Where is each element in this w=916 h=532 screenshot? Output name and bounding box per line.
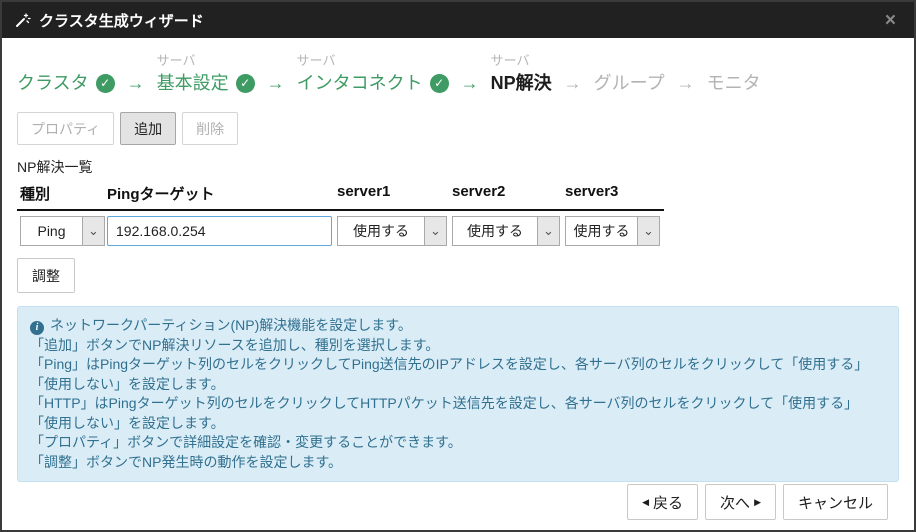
close-icon[interactable]: × <box>879 11 902 30</box>
step-label: インタコネクト <box>297 70 423 96</box>
info-line: 「調整」ボタンでNP発生時の動作を設定します。 <box>30 453 886 473</box>
server1-select[interactable]: 使用する ⌄ <box>337 216 447 246</box>
arrow-right-icon: → <box>677 70 695 96</box>
step-separator: → <box>665 51 707 96</box>
step-basic-settings[interactable]: サーバ 基本設定 ✓ <box>157 51 255 96</box>
column-header-server1: server1 <box>337 183 452 204</box>
check-icon: ✓ <box>96 74 115 93</box>
np-list-title: NP解決一覧 <box>17 157 899 177</box>
step-sublabel: サーバ <box>297 51 449 70</box>
info-line: 「追加」ボタンでNP解決リソースを追加し、種別を選択します。 <box>30 336 886 356</box>
info-text: ネットワークパーティション(NP)解決機能を設定します。 <box>50 317 412 333</box>
server2-select[interactable]: 使用する ⌄ <box>452 216 560 246</box>
arrow-right-icon: → <box>127 70 145 96</box>
wizard-steps: クラスタ ✓ → サーバ 基本設定 ✓ → サーバ <box>17 51 899 96</box>
arrow-right-icon: → <box>564 70 582 96</box>
cancel-button[interactable]: キャンセル <box>783 484 888 520</box>
chevron-down-icon: ⌄ <box>537 217 559 245</box>
delete-button[interactable]: 削除 <box>182 112 238 145</box>
step-interconnect[interactable]: サーバ インタコネクト ✓ <box>297 51 449 96</box>
info-icon: i <box>30 321 44 335</box>
info-line: 「使用しない」を設定します。 <box>30 414 886 434</box>
column-header-ping-target: Pingターゲット <box>107 183 337 204</box>
step-separator: → <box>255 51 297 96</box>
column-header-server2: server2 <box>452 183 565 204</box>
table-row: Ping ⌄ 使用する ⌄ 使用する ⌄ <box>17 216 664 246</box>
dialog-title: クラスタ生成ウィザード <box>39 10 204 31</box>
chevron-down-icon: ⌄ <box>637 217 659 245</box>
server3-select[interactable]: 使用する ⌄ <box>565 216 660 246</box>
ping-target-input[interactable] <box>107 216 332 246</box>
step-sublabel: サーバ <box>157 51 255 70</box>
adjust-button[interactable]: 調整 <box>17 258 75 293</box>
step-label: NP解決 <box>491 70 552 96</box>
check-icon: ✓ <box>430 74 449 93</box>
cluster-wizard-dialog: クラスタ生成ウィザード × クラスタ ✓ → サーバ 基本設定 ✓ <box>0 0 916 532</box>
type-select[interactable]: Ping ⌄ <box>20 216 105 246</box>
step-separator: → <box>449 51 491 96</box>
step-sublabel <box>594 51 665 70</box>
titlebar: クラスタ生成ウィザード × <box>2 2 914 38</box>
table-header-row: 種別 Pingターゲット server1 server2 server3 <box>17 183 664 211</box>
info-line: 「Ping」はPingターゲット列のセルをクリックしてPing送信先のIPアドレ… <box>30 355 886 375</box>
add-button[interactable]: 追加 <box>120 112 176 145</box>
server1-select-value: 使用する <box>338 217 424 245</box>
step-separator: → <box>552 51 594 96</box>
info-box: i ネットワークパーティション(NP)解決機能を設定します。 「追加」ボタンでNP… <box>17 306 899 482</box>
step-label: クラスタ <box>17 70 89 96</box>
footer: ◀ 戻る 次へ ▶ キャンセル <box>627 484 888 520</box>
np-resolution-table: 種別 Pingターゲット server1 server2 server3 Pin… <box>17 183 664 246</box>
magic-wand-icon <box>14 12 31 29</box>
info-line: 「使用しない」を設定します。 <box>30 375 886 395</box>
step-np-resolution[interactable]: サーバ NP解決 <box>491 51 552 96</box>
cancel-button-label: キャンセル <box>798 492 873 513</box>
step-sublabel <box>707 51 761 70</box>
info-line: 「プロパティ」ボタンで詳細設定を確認・変更することができます。 <box>30 433 886 453</box>
properties-button[interactable]: プロパティ <box>17 112 114 145</box>
column-header-server3: server3 <box>565 183 664 204</box>
chevron-down-icon: ⌄ <box>82 217 104 245</box>
step-label: モニタ <box>707 70 761 96</box>
type-select-value: Ping <box>21 217 82 245</box>
column-header-type: 種別 <box>17 183 107 204</box>
arrow-right-icon: → <box>461 70 479 96</box>
step-group[interactable]: グループ <box>594 51 665 96</box>
info-line: 「HTTP」はPingターゲット列のセルをクリックしてHTTPパケット送信先を設… <box>30 394 886 414</box>
step-sublabel <box>17 51 115 70</box>
back-button-label: 戻る <box>653 492 683 513</box>
check-icon: ✓ <box>236 74 255 93</box>
next-button[interactable]: 次へ ▶ <box>705 484 776 520</box>
triangle-left-icon: ◀ <box>642 498 649 507</box>
back-button[interactable]: ◀ 戻る <box>627 484 698 520</box>
next-button-label: 次へ <box>720 492 750 513</box>
triangle-right-icon: ▶ <box>754 498 761 507</box>
server2-select-value: 使用する <box>453 217 537 245</box>
step-cluster[interactable]: クラスタ ✓ <box>17 51 115 96</box>
info-line: i ネットワークパーティション(NP)解決機能を設定します。 <box>30 316 886 336</box>
step-label: 基本設定 <box>157 70 229 96</box>
step-separator: → <box>115 51 157 96</box>
toolbar: プロパティ 追加 削除 <box>17 112 899 145</box>
step-label: グループ <box>594 70 665 96</box>
server3-select-value: 使用する <box>566 217 637 245</box>
arrow-right-icon: → <box>267 70 285 96</box>
step-monitor[interactable]: モニタ <box>707 51 761 96</box>
step-sublabel: サーバ <box>491 51 552 70</box>
chevron-down-icon: ⌄ <box>424 217 446 245</box>
